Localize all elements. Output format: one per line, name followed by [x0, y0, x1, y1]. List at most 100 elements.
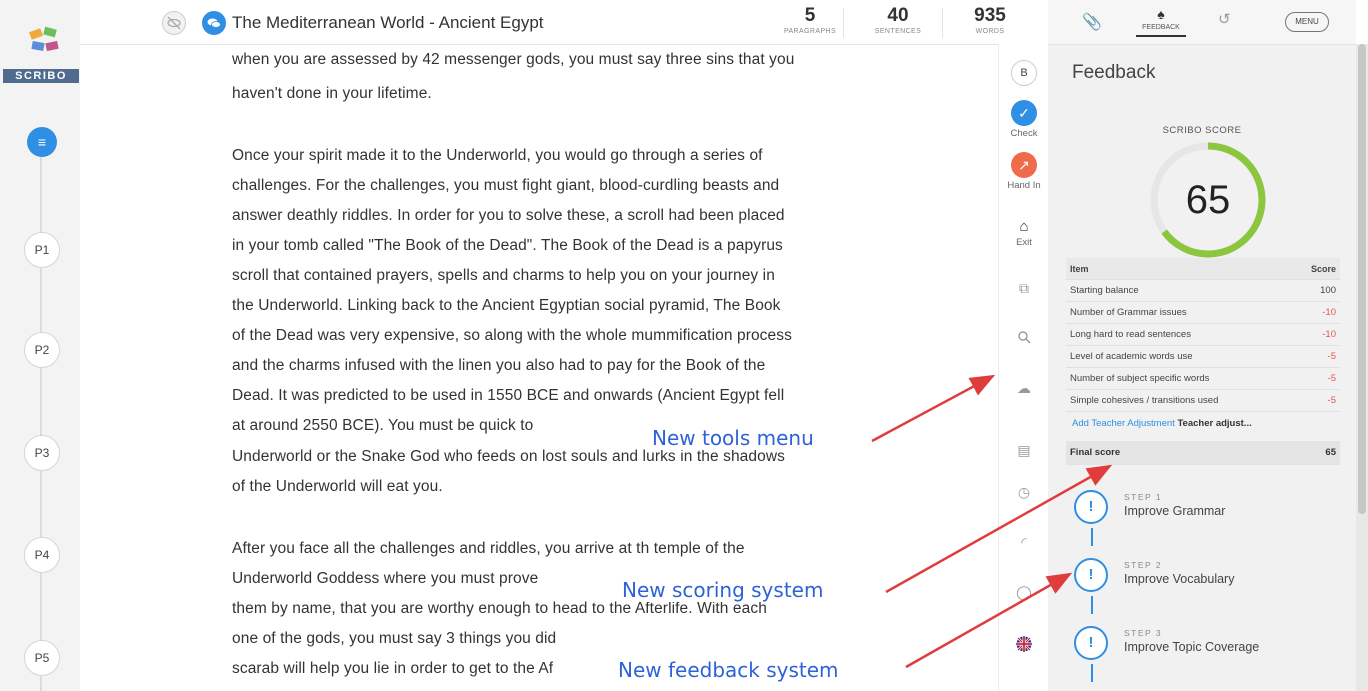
left-rail: SCRIBO ≡ P1 P2 P3 P4 P5: [0, 0, 80, 691]
text-line: Once your spirit made it to the Underwor…: [232, 147, 763, 164]
text-line: Underworld or the Snake God who feeds on…: [232, 448, 785, 465]
headphones-icon[interactable]: ◜: [999, 534, 1049, 551]
step-connector: [1091, 664, 1093, 682]
step-number: STEP 1: [1124, 492, 1163, 502]
text-line: of the Dead was very expensive, so along…: [232, 327, 792, 344]
stat-value: 935: [974, 5, 1006, 26]
annotation-scoring-system: New scoring system: [618, 578, 828, 602]
stat-value: 40: [887, 5, 909, 26]
divider: [942, 8, 943, 38]
table-row: Starting balance 100: [1066, 279, 1340, 302]
rail-node-p1[interactable]: P1: [24, 232, 60, 268]
text-line: scarab will help you lie in order to get…: [232, 660, 554, 677]
exit-button[interactable]: ⌂ Exit: [999, 218, 1049, 248]
stat-words: 935 WORDS: [950, 5, 1030, 36]
scribo-logo-icon: [28, 26, 59, 52]
divider: [843, 8, 844, 38]
top-bar: The Mediterranean World - Ancient Egypt …: [80, 0, 1048, 45]
rail-node-p2[interactable]: P2: [24, 332, 60, 368]
row-item: Starting balance: [1066, 279, 1293, 302]
stat-paragraphs: 5 PARAGRAPHS: [770, 5, 850, 36]
add-teacher-adjustment-link[interactable]: Add Teacher Adjustment: [1072, 418, 1175, 429]
stat-label: WORDS: [975, 28, 1005, 35]
text-line: when you are assessed by 42 messenger go…: [232, 51, 795, 68]
text-line: scroll that contained prayers, spells an…: [232, 267, 775, 284]
hand-in-icon: ↗: [1011, 152, 1037, 178]
bell-icon: ♠: [1157, 6, 1165, 22]
uk-flag-icon[interactable]: [999, 636, 1049, 655]
row-score: -5: [1292, 367, 1340, 390]
text-line: the Underworld. Linking back to the Anci…: [232, 297, 781, 314]
bold-button[interactable]: B: [999, 60, 1049, 86]
rail-node-p5[interactable]: P5: [24, 640, 60, 676]
row-score: 100: [1292, 279, 1340, 302]
rail-node-p4[interactable]: P4: [24, 537, 60, 573]
hand-in-button[interactable]: ↗ Hand In: [999, 152, 1049, 191]
copy-icon[interactable]: ⧉: [999, 280, 1049, 297]
final-score-row: Final score 65: [1066, 441, 1340, 465]
table-row: Number of subject specific words -5: [1066, 367, 1340, 390]
globe-icon[interactable]: ◯: [999, 584, 1049, 601]
stat-value: 5: [804, 5, 816, 26]
feedback-panel: 📎 ♠ FEEDBACK ↺ MENU Feedback SCRIBO SCOR…: [1048, 0, 1356, 691]
teacher-adjustment: Add Teacher Adjustment Teacher adjust...: [1072, 418, 1252, 429]
row-score: -10: [1292, 301, 1340, 324]
bold-label: B: [1011, 60, 1037, 86]
row-item: Number of Grammar issues: [1066, 301, 1293, 324]
alert-icon: !: [1074, 558, 1108, 592]
step-connector: [1091, 596, 1093, 614]
tab-feedback-label: FEEDBACK: [1142, 24, 1180, 31]
table-row: Long hard to read sentences -10: [1066, 323, 1340, 346]
row-score: -5: [1292, 345, 1340, 368]
text-line: Dead. It was predicted to be used in 155…: [232, 387, 785, 404]
row-item: Long hard to read sentences: [1066, 323, 1293, 346]
document-icon[interactable]: ▤: [999, 442, 1049, 459]
text-line: Underworld Goddess where you must prove: [232, 570, 539, 587]
table-row: Number of Grammar issues -10: [1066, 301, 1340, 324]
step-number: STEP 3: [1124, 628, 1163, 638]
hide-comments-icon[interactable]: [162, 11, 186, 35]
search-icon[interactable]: [999, 330, 1049, 347]
step-name: Improve Topic Coverage: [1124, 640, 1260, 654]
home-icon: ⌂: [1019, 218, 1029, 235]
history-icon[interactable]: ↺: [1218, 10, 1231, 28]
text-line: and the charms infused with the linen yo…: [232, 357, 766, 374]
feedback-title: Feedback: [1072, 62, 1156, 83]
text-line: challenges. For the challenges, you must…: [232, 177, 780, 194]
row-item: Level of academic words use: [1066, 345, 1293, 368]
teacher-adjust-text: Teacher adjust...: [1177, 418, 1252, 429]
text-line: haven't done in your lifetime.: [232, 85, 432, 102]
panel-header: 📎 ♠ FEEDBACK ↺ MENU: [1048, 0, 1356, 45]
rail-node-p3[interactable]: P3: [24, 435, 60, 471]
header-item: Item: [1066, 258, 1293, 280]
stat-label: SENTENCES: [874, 28, 922, 35]
overview-list-icon[interactable]: ≡: [27, 127, 57, 157]
attachment-icon[interactable]: 📎: [1082, 12, 1102, 32]
clock-icon[interactable]: ◷: [999, 484, 1049, 501]
text-line: After you face all the challenges and ri…: [232, 540, 745, 557]
stat-label: PARAGRAPHS: [783, 28, 837, 35]
cloud-upload-icon[interactable]: ☁: [999, 380, 1049, 397]
step-connector: [1091, 528, 1093, 546]
hand-in-label: Hand In: [1007, 180, 1041, 191]
text-line: of the Underworld will eat you.: [232, 478, 443, 495]
scrollbar-thumb[interactable]: [1358, 44, 1366, 514]
step-name: Improve Grammar: [1124, 504, 1226, 518]
text-line: them by name, that you are worthy enough…: [232, 600, 767, 617]
menu-button[interactable]: MENU: [1285, 12, 1329, 32]
alert-icon: !: [1074, 626, 1108, 660]
comments-icon[interactable]: [202, 11, 226, 35]
table-row: Level of academic words use -5: [1066, 345, 1340, 368]
row-score: -5: [1292, 389, 1340, 412]
panel-scrollbar[interactable]: [1356, 44, 1368, 691]
final-score-label: Final score: [1070, 447, 1121, 458]
check-button[interactable]: ✓ Check: [999, 100, 1049, 139]
score-ring: 65: [1150, 142, 1266, 258]
score-value: 65: [1186, 178, 1231, 222]
text-line: answer deathly riddles. In order for you…: [232, 207, 785, 224]
text-line: at around 2550 BCE). You must be quick t…: [232, 417, 534, 434]
logo-text: SCRIBO: [3, 69, 79, 83]
score-table: Item Score Starting balance 100 Number of…: [1066, 258, 1340, 412]
annotation-feedback-system: New feedback system: [614, 658, 843, 682]
tab-feedback[interactable]: ♠ FEEDBACK: [1136, 6, 1186, 37]
